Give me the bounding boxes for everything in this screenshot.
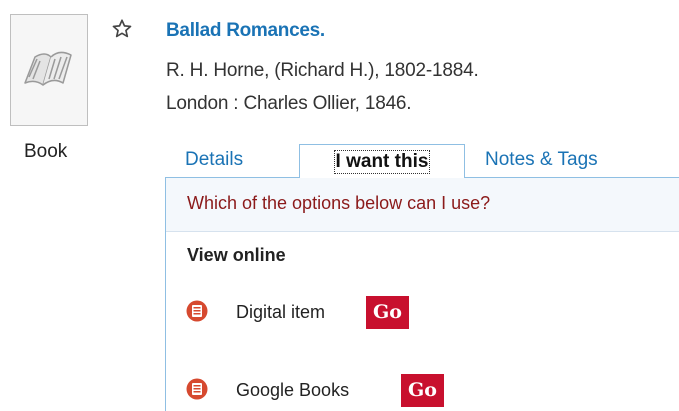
options-question: Which of the options below can I use? bbox=[187, 193, 491, 213]
document-icon bbox=[186, 300, 208, 322]
tab-details[interactable]: Details bbox=[185, 144, 243, 176]
go-button-google-books[interactable]: Go bbox=[401, 374, 444, 407]
record-publisher: London : Charles Ollier, 1846. bbox=[166, 93, 412, 114]
option-label: Google Books bbox=[236, 380, 350, 400]
tab-notes-and-tags[interactable]: Notes & Tags bbox=[485, 144, 598, 176]
book-thumbnail[interactable] bbox=[10, 14, 88, 126]
tab-i-want-this-label: I want this bbox=[333, 150, 431, 174]
option-label: Digital item bbox=[236, 302, 326, 322]
record-title-link[interactable]: Ballad Romances. bbox=[166, 20, 325, 42]
search-result-record: Book Ballad Romances. R. H. Horne, (Rich… bbox=[0, 0, 679, 411]
i-want-this-panel: Which of the options below can I use? Vi… bbox=[165, 177, 679, 411]
document-icon bbox=[186, 378, 208, 400]
go-button-digital-item[interactable]: Go bbox=[366, 296, 409, 329]
resource-type-label: Book bbox=[24, 141, 68, 162]
star-icon[interactable] bbox=[111, 18, 133, 40]
section-heading-view-online: View online bbox=[187, 245, 286, 265]
options-question-bar: Which of the options below can I use? bbox=[166, 178, 679, 232]
book-icon bbox=[24, 51, 72, 86]
record-tabs: Details I want this Notes & Tags bbox=[165, 144, 679, 178]
record-author: R. H. Horne, (Richard H.), 1802-1884. bbox=[166, 60, 479, 81]
tab-i-want-this[interactable]: I want this bbox=[299, 144, 465, 178]
